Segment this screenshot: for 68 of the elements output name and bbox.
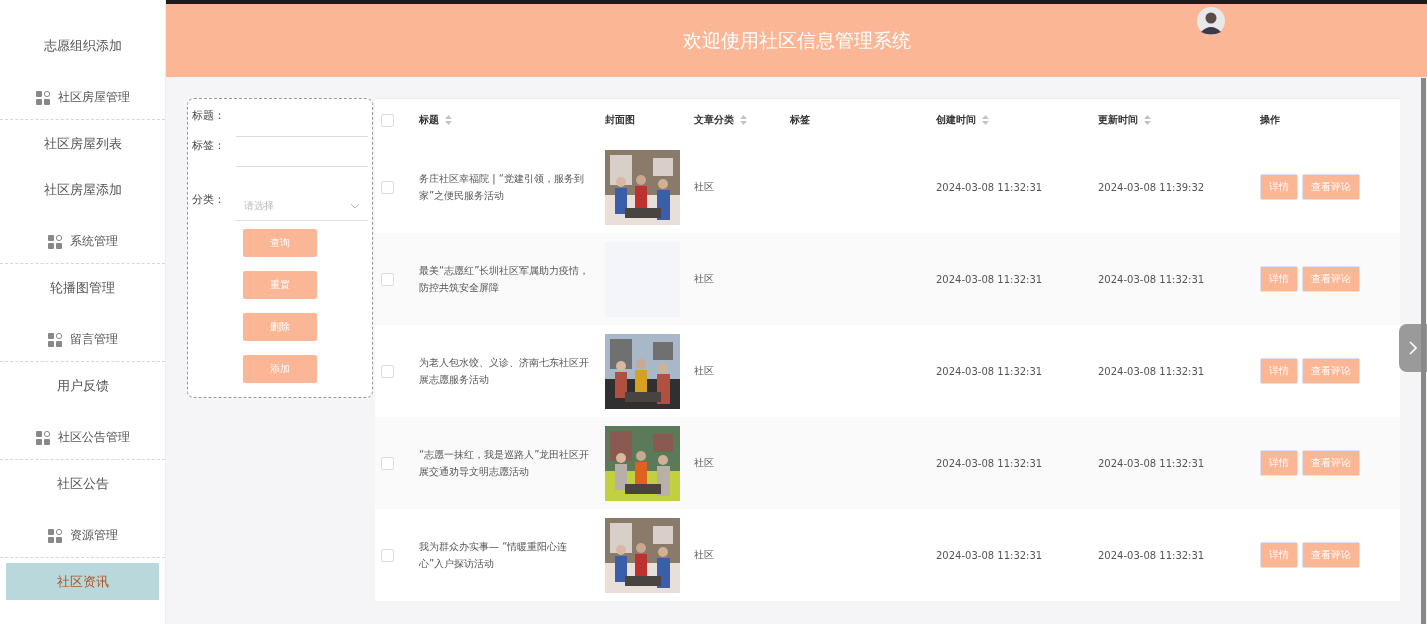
sidebar-group[interactable]: 系统管理	[0, 212, 165, 264]
table-cell: 社区	[694, 180, 714, 194]
column-header[interactable]: 更新时间	[1098, 113, 1138, 127]
table-cell: 2024-03-08 11:32:31	[936, 181, 1043, 193]
sidebar-group-label: 系统管理	[69, 233, 118, 250]
table-cell-text: 最美“志愿红”长圳社区军属助力疫情，防控共筑安全屏障	[419, 264, 591, 295]
sort-icon[interactable]	[982, 115, 989, 125]
table-cell: 2024-03-08 11:32:31	[1098, 457, 1205, 469]
sort-icon[interactable]	[1144, 115, 1151, 125]
field-label: 标题：	[192, 108, 226, 124]
checkbox[interactable]	[381, 548, 394, 562]
table-cell: 2024-03-08 11:32:31	[936, 549, 1043, 561]
table-cell-text: 我为群众办实事— “情暖重阳心连心”入户探访活动	[419, 540, 569, 571]
column-header[interactable]: 标题	[419, 113, 439, 127]
scrollbar[interactable]	[1421, 78, 1426, 624]
table-cell: 社区	[694, 548, 714, 562]
checkbox[interactable]	[381, 456, 394, 470]
table-cell: 社区	[694, 456, 714, 470]
sidebar-item[interactable]: 社区房屋列表	[6, 124, 159, 162]
sidebar-group[interactable]: 资源管理	[0, 506, 165, 558]
table-cell: 2024-03-08 11:32:31	[936, 457, 1043, 469]
grid-icon	[35, 90, 50, 105]
sidebar-group[interactable]: 社区房屋管理	[0, 68, 165, 120]
page-title: 欢迎使用社区信息管理系统	[682, 27, 911, 53]
table-cell-text: “志愿一抹红，我是巡路人”龙田社区开展交通劝导文明志愿活动	[419, 448, 591, 479]
column-header: 封面图	[605, 113, 635, 127]
sidebar-item[interactable]: 社区公告	[6, 464, 159, 502]
grid-icon	[47, 332, 62, 347]
sidebar-item[interactable]: 轮播图管理	[6, 268, 159, 306]
grid-icon	[47, 528, 62, 543]
sidebar-item[interactable]: 志愿组织添加	[6, 26, 159, 64]
table-cell: 社区	[694, 364, 714, 378]
grid-icon	[35, 430, 50, 445]
grid-icon	[47, 234, 62, 249]
sidebar-group-label: 留言管理	[69, 331, 118, 348]
sidebar-group[interactable]: 留言管理	[0, 310, 165, 362]
table-cell: 2024-03-08 11:32:31	[936, 273, 1043, 285]
checkbox[interactable]	[381, 272, 394, 286]
sidebar-item[interactable]: 用户反馈	[6, 366, 159, 404]
checkbox[interactable]	[381, 113, 394, 127]
table-cell: 2024-03-08 11:32:31	[936, 365, 1043, 377]
column-header[interactable]: 文章分类	[694, 113, 734, 127]
table-cell: 2024-03-08 11:39:32	[1098, 181, 1205, 193]
column-header: 操作	[1260, 113, 1280, 127]
sort-icon[interactable]	[740, 115, 747, 125]
column-header: 标签	[790, 113, 810, 127]
table-cell: 2024-03-08 11:32:31	[1098, 549, 1205, 561]
avatar[interactable]	[1197, 7, 1225, 35]
sidebar-item[interactable]: 社区房屋添加	[6, 170, 159, 208]
table-cell: 2024-03-08 11:32:31	[1098, 273, 1205, 285]
table-cell-text: 务庄社区幸福院 | “党建引领，服务到家”之便民服务活动	[419, 172, 585, 203]
chevron-right-icon	[1409, 341, 1417, 355]
checkbox[interactable]	[381, 364, 394, 378]
sort-icon[interactable]	[445, 115, 452, 125]
select-field[interactable]: 请选择	[236, 191, 368, 221]
column-header[interactable]: 创建时间	[936, 113, 976, 127]
sidebar-group[interactable]: 社区公告管理	[0, 408, 165, 460]
field-label: 分类：	[192, 192, 226, 208]
checkbox[interactable]	[381, 180, 394, 194]
table-cell-text: 为老人包水饺、义诊、济南七东社区开展志愿服务活动	[419, 356, 590, 387]
sidebar-group-label: 社区公告管理	[57, 429, 130, 446]
sidebar-group-label: 资源管理	[69, 527, 118, 544]
chevron-down-icon	[350, 202, 360, 209]
table-cell: 社区	[694, 272, 714, 286]
sidebar-item[interactable]: 社区资讯	[6, 562, 159, 600]
table-cell: 2024-03-08 11:32:31	[1098, 365, 1205, 377]
sidebar-group-label: 社区房屋管理	[57, 89, 130, 106]
field-label: 标签：	[192, 138, 226, 154]
